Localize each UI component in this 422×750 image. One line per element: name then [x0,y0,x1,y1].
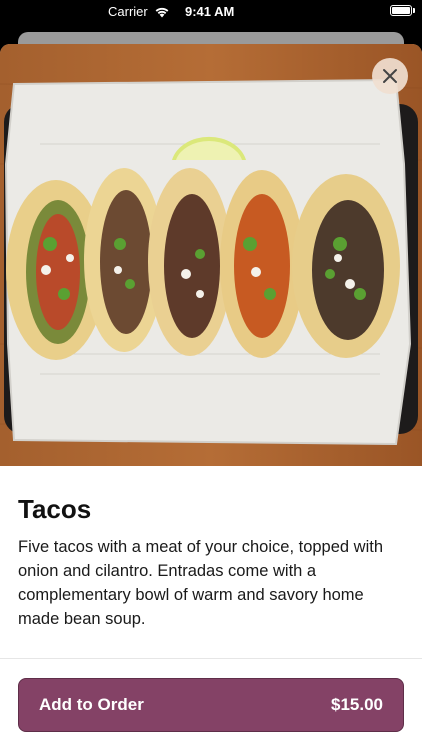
close-button[interactable] [372,58,408,94]
item-description: Five tacos with a meat of your choice, t… [18,538,384,628]
item-title: Tacos [18,494,92,524]
tacos-photo [0,44,422,466]
wifi-icon [155,7,169,17]
item-detail-modal: Tacos Five tacos with a meat of your cho… [0,44,422,750]
order-price: $15.00 [331,695,383,714]
add-to-order-button[interactable]: Add to Order $15.00 [18,678,404,732]
divider [0,658,422,659]
battery-level [392,7,410,14]
status-bar: Carrier 9:41 AM [0,0,422,26]
screen: Carrier 9:41 AM Tacos Five tacos with a … [0,0,422,750]
carrier-group: Carrier [108,4,170,19]
carrier-label: Carrier [108,4,148,19]
close-icon [383,69,397,83]
item-content: Tacos Five tacos with a meat of your cho… [18,494,404,631]
item-hero-image [0,44,422,466]
status-time: 9:41 AM [185,4,235,19]
battery-icon [390,5,415,16]
add-to-order-label: Add to Order [39,695,144,714]
